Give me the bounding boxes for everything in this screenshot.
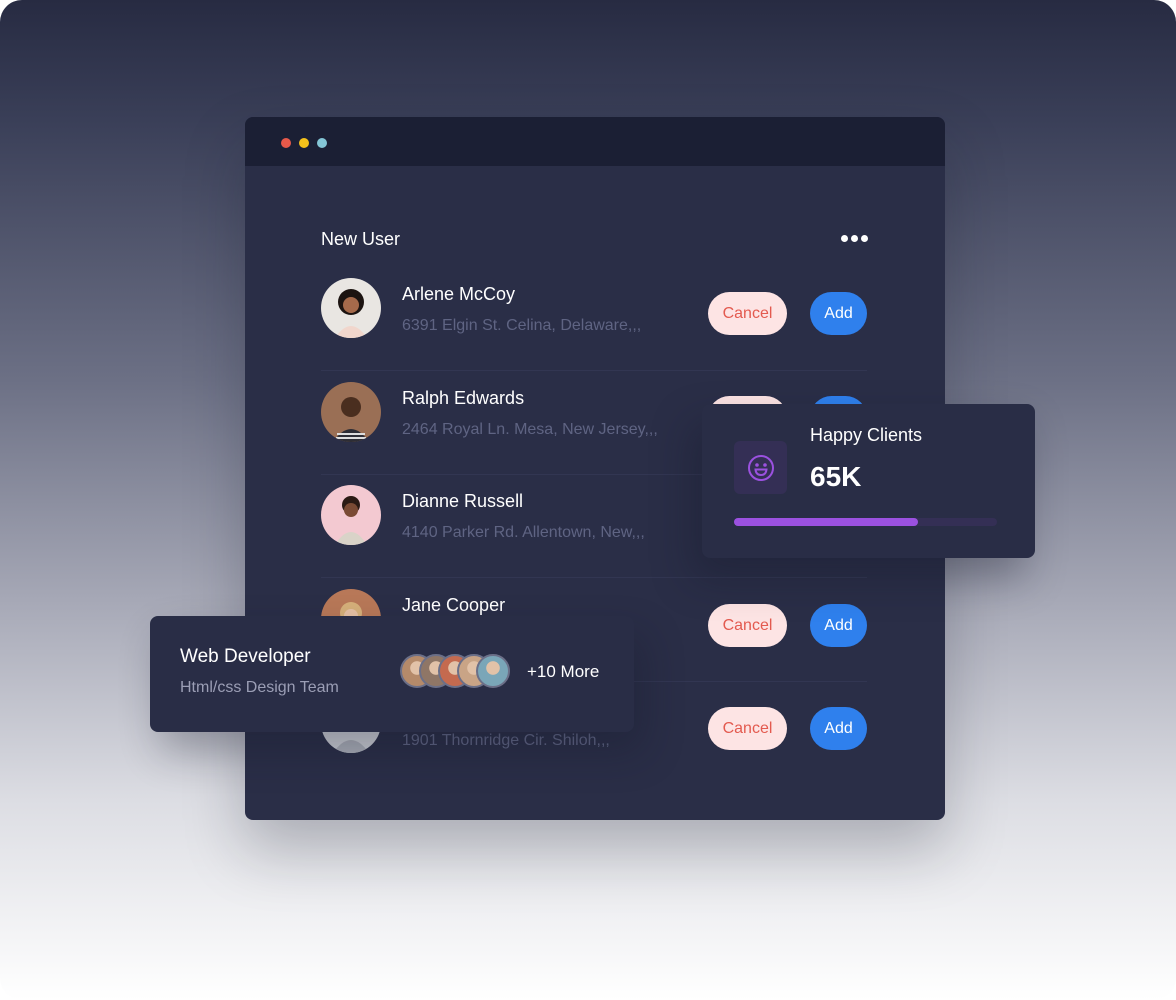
team-card: Web Developer Html/css Design Team +10 M… xyxy=(150,616,634,732)
user-avatar xyxy=(321,382,381,442)
maximize-window-button[interactable] xyxy=(317,138,327,148)
smile-icon xyxy=(747,454,774,481)
user-name: Jane Cooper xyxy=(402,595,506,615)
window-titlebar xyxy=(245,117,945,166)
user-address: 6391 Elgin St. Celina, Delaware,,, xyxy=(402,317,642,334)
row-divider xyxy=(321,370,867,371)
user-name: Dianne Russell xyxy=(402,491,524,511)
row-divider xyxy=(321,577,867,578)
user-address: 1901 Thornridge Cir. Shiloh,,, xyxy=(402,732,610,749)
happy-clients-value: 65K xyxy=(810,461,862,492)
smile-icon-container xyxy=(734,441,787,494)
happy-clients-progress-fill xyxy=(734,518,919,526)
more-horizontal-icon xyxy=(840,234,848,242)
add-button[interactable]: Add xyxy=(810,707,867,750)
add-button[interactable]: Add xyxy=(810,292,867,335)
add-button[interactable]: Add xyxy=(810,604,867,647)
panel-title: New User xyxy=(321,229,401,249)
team-more-link[interactable]: +10 More xyxy=(527,662,599,682)
more-options-button[interactable] xyxy=(839,231,869,245)
user-row: Arlene McCoy 6391 Elgin St. Celina, Dela… xyxy=(321,278,867,382)
user-name: Ralph Edwards xyxy=(402,388,525,408)
cancel-button[interactable]: Cancel xyxy=(708,707,787,750)
user-address: 2464 Royal Ln. Mesa, New Jersey,,, xyxy=(402,421,658,438)
user-address: 4140 Parker Rd. Allentown, New,,, xyxy=(402,524,645,541)
user-avatar xyxy=(321,485,381,545)
cancel-button[interactable]: Cancel xyxy=(708,604,787,647)
happy-clients-label: Happy Clients xyxy=(810,425,923,445)
team-title: Web Developer xyxy=(180,646,311,667)
close-window-button[interactable] xyxy=(281,138,291,148)
more-horizontal-icon-dot xyxy=(860,234,868,242)
minimize-window-button[interactable] xyxy=(299,138,309,148)
user-name: Arlene McCoy xyxy=(402,284,516,304)
team-member-avatar xyxy=(476,654,510,688)
team-subtitle: Html/css Design Team xyxy=(180,679,339,696)
happy-clients-card: Happy Clients 65K xyxy=(702,404,1035,558)
user-avatar xyxy=(321,278,381,338)
happy-clients-progress xyxy=(734,518,997,526)
cancel-button[interactable]: Cancel xyxy=(708,292,787,335)
team-avatar-stack[interactable] xyxy=(400,654,520,688)
more-horizontal-icon-dot xyxy=(850,234,858,242)
